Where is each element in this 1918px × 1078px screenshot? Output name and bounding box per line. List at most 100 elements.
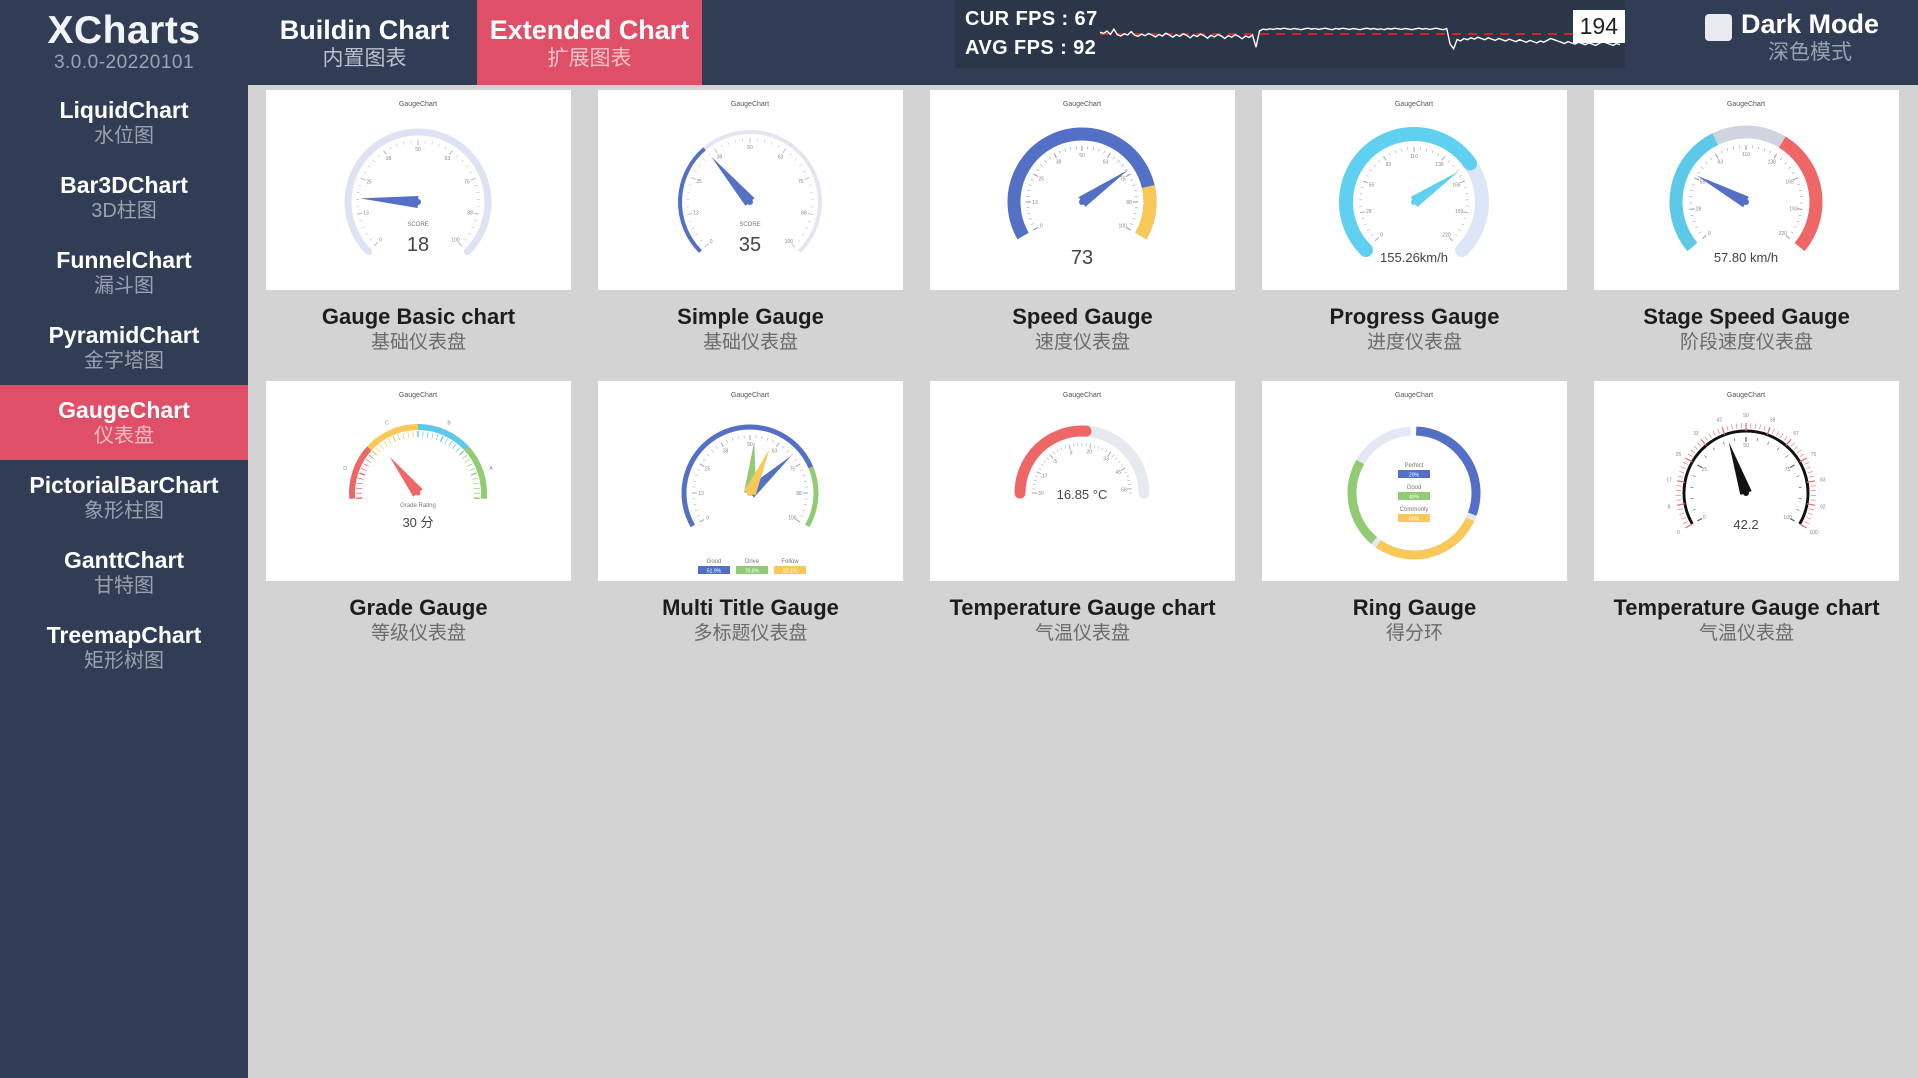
sidebar-item-treemapchart[interactable]: TreemapChart 矩形树图 xyxy=(0,610,248,685)
gauge-tick-label: 0 xyxy=(1380,233,1383,239)
sidebar-item-gaugechart[interactable]: GaugeChart 仪表盘 xyxy=(0,385,248,460)
sidebar-item-label-en: GaugeChart xyxy=(58,397,190,423)
gauge-svg: GaugeChart 0 13 25 38 50 63 75 88 100 Good 51.9% Dri… xyxy=(681,392,819,575)
gauge-ticks: 0285583110138165193220 xyxy=(1689,145,1803,240)
dark-mode-checkbox[interactable] xyxy=(1705,14,1732,41)
chart-card-title-cn: 气温仪表盘 xyxy=(1698,623,1794,644)
ring-item-value: 40% xyxy=(1409,495,1420,501)
sidebar-item-pyramidchart[interactable]: PyramidChart 金字塔图 xyxy=(0,310,248,385)
gauge-tick-label: 67 xyxy=(1793,431,1799,437)
gauge-canvas[interactable]: GaugeChart 0 28 55 83 110 138 165 193 220 57.80 km… xyxy=(1594,90,1899,290)
chart-card[interactable]: GaugeChart Perfect 20% Good 40% Commonly 60% Ri… xyxy=(1252,381,1577,666)
gauge-canvas[interactable]: GaugeChart -30 -17 -5 8 20 33 45 58 16.85 °C xyxy=(930,381,1235,581)
gauge-tick-label: 25 xyxy=(1676,452,1682,458)
gauge-legend-name: Drive xyxy=(745,559,760,565)
chart-card-title-en: Gauge Basic chart xyxy=(321,304,516,329)
gauge-value-text: 57.80 km/h xyxy=(1714,250,1778,265)
gauge-tick-label: 100 xyxy=(1809,530,1818,536)
dark-mode-labels: Dark Mode 深色模式 xyxy=(1741,8,1879,66)
chart-card-title-cn: 得分环 xyxy=(1385,623,1443,644)
gauge-canvas[interactable]: GaugeChart 0 28 55 83 110 138 165 193 220 155.26km… xyxy=(1262,90,1567,290)
chart-card-title-en: Progress Gauge xyxy=(1329,304,1500,329)
gauge-warn-zone xyxy=(1135,184,1157,240)
gauge-svg: GaugeChart -30 -17 -5 8 20 33 45 58 16.85 °C xyxy=(1014,392,1150,502)
chart-card-title-cn: 气温仪表盘 xyxy=(1034,623,1130,644)
gauge-tick-label: 138 xyxy=(1768,160,1777,166)
gauge-tick-label: 0 xyxy=(1040,224,1043,230)
chart-card-title-cn: 阶段速度仪表盘 xyxy=(1679,332,1813,353)
gauge-tick-label: 0 xyxy=(710,239,713,245)
gauge-tick-label: 88 xyxy=(1126,200,1132,206)
chart-card[interactable]: GaugeChart 0 13 25 38 50 63 75 88 100 SCORE 35 Simpl… xyxy=(588,90,913,375)
gauge-value-text: 16.85 °C xyxy=(1057,487,1108,502)
sidebar-item-ganttchart[interactable]: GanttChart 甘特图 xyxy=(0,535,248,610)
gauge-canvas[interactable]: GaugeChart D C B A Grade Rating 30 分 xyxy=(266,381,571,581)
chart-card[interactable]: GaugeChart -30 -17 -5 8 20 33 45 58 16.85 °C Tempe… xyxy=(920,381,1245,666)
gauge-legend-value: 70.8% xyxy=(745,569,760,575)
chart-card-title-en: Temperature Gauge chart xyxy=(949,595,1216,620)
chart-card-title-cn: 基础仪表盘 xyxy=(370,332,466,353)
gauge-tick-label: 50 xyxy=(1743,443,1749,449)
chart-card[interactable]: GaugeChart 0 28 55 83 110 138 165 193 220 57.80 km… xyxy=(1584,90,1909,375)
dark-mode-toggle[interactable]: Dark Mode 深色模式 xyxy=(1705,8,1879,66)
gauge-tick-label: 75 xyxy=(464,180,470,186)
fps-average: AVG FPS : 92 xyxy=(965,37,1097,59)
gauge-chart-title: GaugeChart xyxy=(399,392,437,399)
gauge-tick-label: 100 xyxy=(1119,224,1128,230)
ring-item-value: 20% xyxy=(1409,473,1420,479)
gauge-tick-label: 63 xyxy=(778,154,784,160)
gauge-tick-label: 193 xyxy=(1789,206,1798,212)
fps-readout: CUR FPS : 67 AVG FPS : 92 xyxy=(955,5,1100,63)
gauge-svg: GaugeChart Perfect 20% Good 40% Commonly 60% xyxy=(1347,392,1481,560)
sidebar-item-label-en: GanttChart xyxy=(63,547,185,573)
chart-card[interactable]: GaugeChart 0 28 55 83 110 138 165 193 220 155.26km… xyxy=(1252,90,1577,375)
gauge-tick-label: 0 xyxy=(706,516,709,522)
gauge-tick-label: 8 xyxy=(1070,450,1073,456)
tab-buildin-chart[interactable]: Buildin Chart 内置图表 xyxy=(252,0,477,85)
ring-item-name: Perfect xyxy=(1404,463,1423,469)
gauge-tick-label: 0 xyxy=(1708,231,1711,237)
chart-card-title-en: Temperature Gauge chart xyxy=(1613,595,1880,620)
gauge-canvas[interactable]: GaugeChart 0 13 25 38 50 63 75 88 100 SCORE 18 xyxy=(266,90,571,290)
sidebar-item-funnelchart[interactable]: FunnelChart 漏斗图 xyxy=(0,235,248,310)
gauge-value-text: 42.2 xyxy=(1733,517,1758,532)
gauge-tick-label: 100 xyxy=(788,516,797,522)
gauge-tick-label: -30 xyxy=(1036,491,1043,497)
gauge-tick-label: 42 xyxy=(1717,418,1723,424)
gauge-svg: GaugeChart 0 28 55 83 110 138 165 193 220 155.26km… xyxy=(1338,101,1489,265)
chart-card[interactable]: GaugeChart D C B A Grade Rating 30 分 Grade Gaug… xyxy=(256,381,581,666)
chart-card[interactable]: GaugeChart 0 13 25 38 50 63 75 88 100 73 Speed Gaug… xyxy=(920,90,1245,375)
gauge-canvas[interactable]: GaugeChart 0 13 25 38 50 63 75 88 100 73 xyxy=(930,90,1235,290)
gauge-tick-label: 83 xyxy=(1820,477,1826,483)
gauge-canvas[interactable]: GaugeChart Perfect 20% Good 40% Commonly 60% xyxy=(1262,381,1567,581)
gauge-tick-label: 50 xyxy=(1743,413,1749,419)
gauge-tick-label: 58 xyxy=(1770,418,1776,424)
sidebar-item-liquidchart[interactable]: LiquidChart 水位图 xyxy=(0,85,248,160)
sidebar-item-pictorialbarchart[interactable]: PictorialBarChart 象形柱图 xyxy=(0,460,248,535)
gauge-tick-label: 25 xyxy=(696,179,702,185)
gauge-tick-label: 88 xyxy=(467,210,473,216)
chart-card-grid: GaugeChart 0 13 25 38 50 63 75 88 100 SCORE 18 Gauge… xyxy=(256,90,1918,672)
sidebar-item-label-cn: 矩形树图 xyxy=(84,650,164,672)
content-area: GaugeChart 0 13 25 38 50 63 75 88 100 SCORE 18 Gauge… xyxy=(248,85,1918,1078)
gauge-tick-label: 165 xyxy=(1785,180,1794,186)
gauge-canvas[interactable]: GaugeChart 0 13 25 38 50 63 75 88 100 SCORE 35 xyxy=(598,90,903,290)
gauge-progress xyxy=(1338,127,1478,258)
fps-panel: CUR FPS : 67 AVG FPS : 92 194 xyxy=(955,0,1625,68)
dark-mode-label-en: Dark Mode xyxy=(1741,9,1880,39)
gauge-grade-label: A xyxy=(489,466,493,472)
fps-history-line xyxy=(1100,27,1620,51)
tab-extended-chart[interactable]: Extended Chart 扩展图表 xyxy=(477,0,702,85)
gauge-tick-label: 25 xyxy=(705,467,711,473)
gauge-tick-label: 75 xyxy=(1120,177,1126,183)
sidebar-item-bar3dchart[interactable]: Bar3DChart 3D柱图 xyxy=(0,160,248,235)
chart-card[interactable]: GaugeChart 0 13 25 38 50 63 75 88 100 Good 51.9% Dri… xyxy=(588,381,913,666)
chart-card[interactable]: GaugeChart 0 13 25 38 50 63 75 88 100 SCORE 18 Gauge… xyxy=(256,90,581,375)
gauge-tick-label: 50 xyxy=(1079,153,1085,159)
chart-card[interactable]: GaugeChart 0 8 17 25 33 42 50 58 67 75 83 92 100 0 25 50… xyxy=(1584,381,1909,666)
gauge-tick-label: 83 xyxy=(1717,160,1723,166)
gauge-canvas[interactable]: GaugeChart 0 13 25 38 50 63 75 88 100 Good 51.9% Dri… xyxy=(598,381,903,581)
gauge-canvas[interactable]: GaugeChart 0 8 17 25 33 42 50 58 67 75 83 92 100 0 25 50… xyxy=(1594,381,1899,581)
gauge-tick-label: 75 xyxy=(798,179,804,185)
gauge-tick-label: 55 xyxy=(1369,182,1375,188)
